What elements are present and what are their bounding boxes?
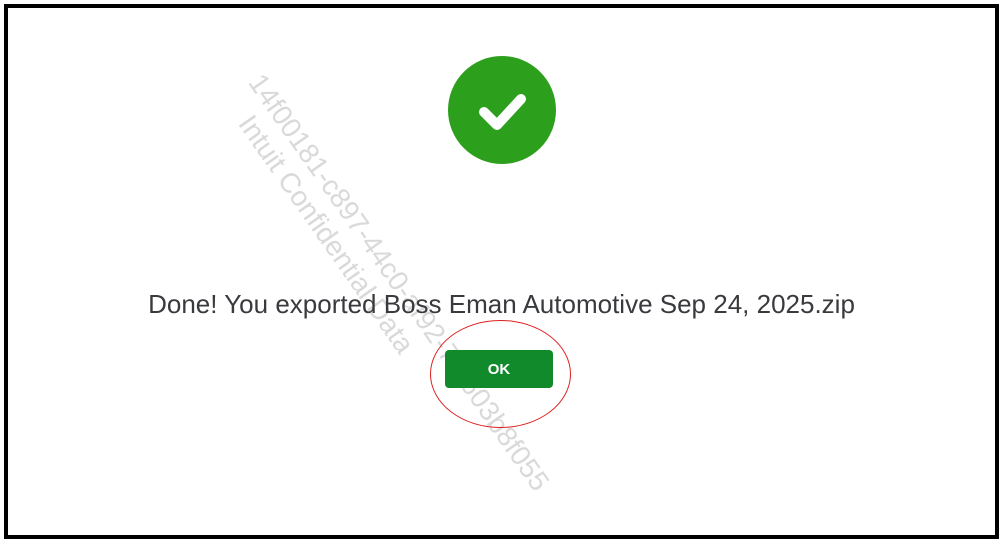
export-success-dialog: 14f00181-c897-44c0-af92-7f8603b8f055 Int…: [4, 4, 999, 539]
export-success-message: Done! You exported Boss Eman Automotive …: [148, 289, 855, 319]
ok-button[interactable]: OK: [445, 350, 553, 388]
checkmark-icon: [448, 56, 556, 164]
